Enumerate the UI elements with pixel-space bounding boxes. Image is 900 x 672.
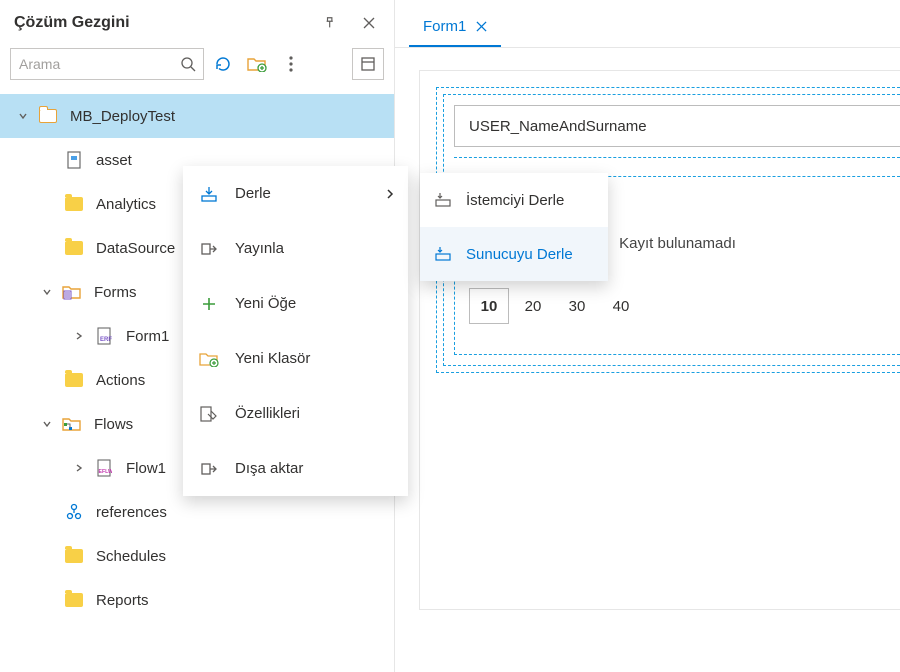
chevron-down-icon[interactable]: [16, 111, 30, 121]
compile-client-icon: [434, 192, 452, 208]
form-file-icon: ERF: [94, 327, 114, 345]
subctx-label: İstemciyi Derle: [466, 192, 564, 209]
flows-folder-icon: [62, 416, 82, 432]
ctx-publish[interactable]: Yayınla: [183, 221, 408, 276]
chevron-down-icon[interactable]: [40, 287, 54, 297]
tree-label: MB_DeployTest: [70, 108, 175, 125]
more-icon[interactable]: [276, 49, 306, 79]
page-size-30[interactable]: 30: [557, 288, 597, 324]
svg-text:ERF: ERF: [100, 337, 112, 343]
ctx-label: Yayınla: [235, 240, 284, 257]
tree-label: DataSource: [96, 240, 175, 257]
ctx-label: Dışa aktar: [235, 460, 303, 477]
properties-icon: [197, 406, 221, 422]
search-icon[interactable]: [172, 48, 204, 80]
context-menu: Derle Yayınla Yeni Öğe Yeni Klasör Özell…: [183, 166, 408, 496]
new-folder-icon: [197, 351, 221, 367]
tree-label: Reports: [96, 592, 149, 609]
ctx-label: Yeni Öğe: [235, 295, 296, 312]
form-field-username[interactable]: USER_NameAndSurname: [454, 105, 900, 147]
tree-item-references[interactable]: references: [0, 490, 394, 534]
ctx-label: Derle: [235, 185, 271, 202]
field-label: USER_NameAndSurname: [469, 118, 647, 135]
tree-label: asset: [96, 152, 132, 169]
folder-icon: [64, 373, 84, 387]
folder-icon: [64, 197, 84, 211]
close-icon[interactable]: [354, 8, 384, 38]
tree-label: references: [96, 504, 167, 521]
ctx-compile[interactable]: Derle: [183, 166, 408, 221]
subctx-label: Sunucuyu Derle: [466, 246, 573, 263]
tree-label: Forms: [94, 284, 137, 301]
tree-label: Flow1: [126, 460, 166, 477]
ctx-new-folder[interactable]: Yeni Klasör: [183, 331, 408, 386]
panel-header-actions: [316, 8, 384, 38]
tab-form1[interactable]: Form1: [409, 7, 501, 47]
tab-label: Form1: [423, 18, 466, 35]
form-canvas: USER_NameAndSurname Kayıt bulunamadı 10 …: [419, 70, 900, 610]
folder-icon: [64, 549, 84, 563]
export-icon: [197, 461, 221, 477]
tree-item-reports[interactable]: Reports: [0, 578, 394, 622]
chevron-right-icon[interactable]: [72, 463, 86, 473]
editor-pane: Form1 USER_NameAndSurname Kayıt bulunama…: [395, 0, 900, 672]
tree-label: Schedules: [96, 548, 166, 565]
references-icon: [64, 503, 84, 521]
compile-server-icon: [434, 246, 452, 262]
tree-label: Analytics: [96, 196, 156, 213]
subctx-compile-server[interactable]: Sunucuyu Derle: [420, 227, 608, 281]
refresh-icon[interactable]: [208, 49, 238, 79]
project-folder-icon: [38, 109, 58, 123]
tree-label: Actions: [96, 372, 145, 389]
asset-icon: [64, 151, 84, 169]
expand-panel-icon[interactable]: [352, 48, 384, 80]
ctx-new-item[interactable]: Yeni Öğe: [183, 276, 408, 331]
tabstrip: Form1: [395, 0, 900, 48]
panel-title: Çözüm Gezgini: [14, 14, 130, 32]
tree-label: Form1: [126, 328, 169, 345]
page-size-20[interactable]: 20: [513, 288, 553, 324]
ctx-label: Özellikleri: [235, 405, 300, 422]
folder-icon: [64, 241, 84, 255]
folder-icon: [64, 593, 84, 607]
panel-toolbar: [0, 42, 394, 86]
chevron-down-icon[interactable]: [40, 419, 54, 429]
page-size-selector: 10 20 30 40: [455, 288, 900, 324]
search-wrap: [10, 48, 204, 80]
plus-icon: [197, 296, 221, 312]
subctx-compile-client[interactable]: İstemciyi Derle: [420, 173, 608, 227]
tree-project-root[interactable]: MB_DeployTest: [0, 94, 394, 138]
page-size-40[interactable]: 40: [601, 288, 641, 324]
pin-icon[interactable]: [316, 8, 346, 38]
ctx-properties[interactable]: Özellikleri: [183, 386, 408, 441]
forms-folder-icon: [62, 284, 82, 300]
ctx-label: Yeni Klasör: [235, 350, 310, 367]
flow-file-icon: EFLW: [94, 459, 114, 477]
tree-item-schedules[interactable]: Schedules: [0, 534, 394, 578]
page-size-10[interactable]: 10: [469, 288, 509, 324]
tree-label: Flows: [94, 416, 133, 433]
tab-close-icon[interactable]: [476, 21, 487, 32]
chevron-right-icon[interactable]: [72, 331, 86, 341]
panel-header: Çözüm Gezgini: [0, 0, 394, 42]
ctx-export[interactable]: Dışa aktar: [183, 441, 408, 496]
publish-icon: [197, 241, 221, 257]
chevron-right-icon: [386, 188, 394, 200]
compile-icon: [197, 186, 221, 202]
new-folder-icon[interactable]: [242, 49, 272, 79]
svg-text:EFLW: EFLW: [99, 469, 113, 475]
compile-submenu: İstemciyi Derle Sunucuyu Derle: [420, 173, 608, 281]
dashed-separator: [454, 157, 900, 158]
